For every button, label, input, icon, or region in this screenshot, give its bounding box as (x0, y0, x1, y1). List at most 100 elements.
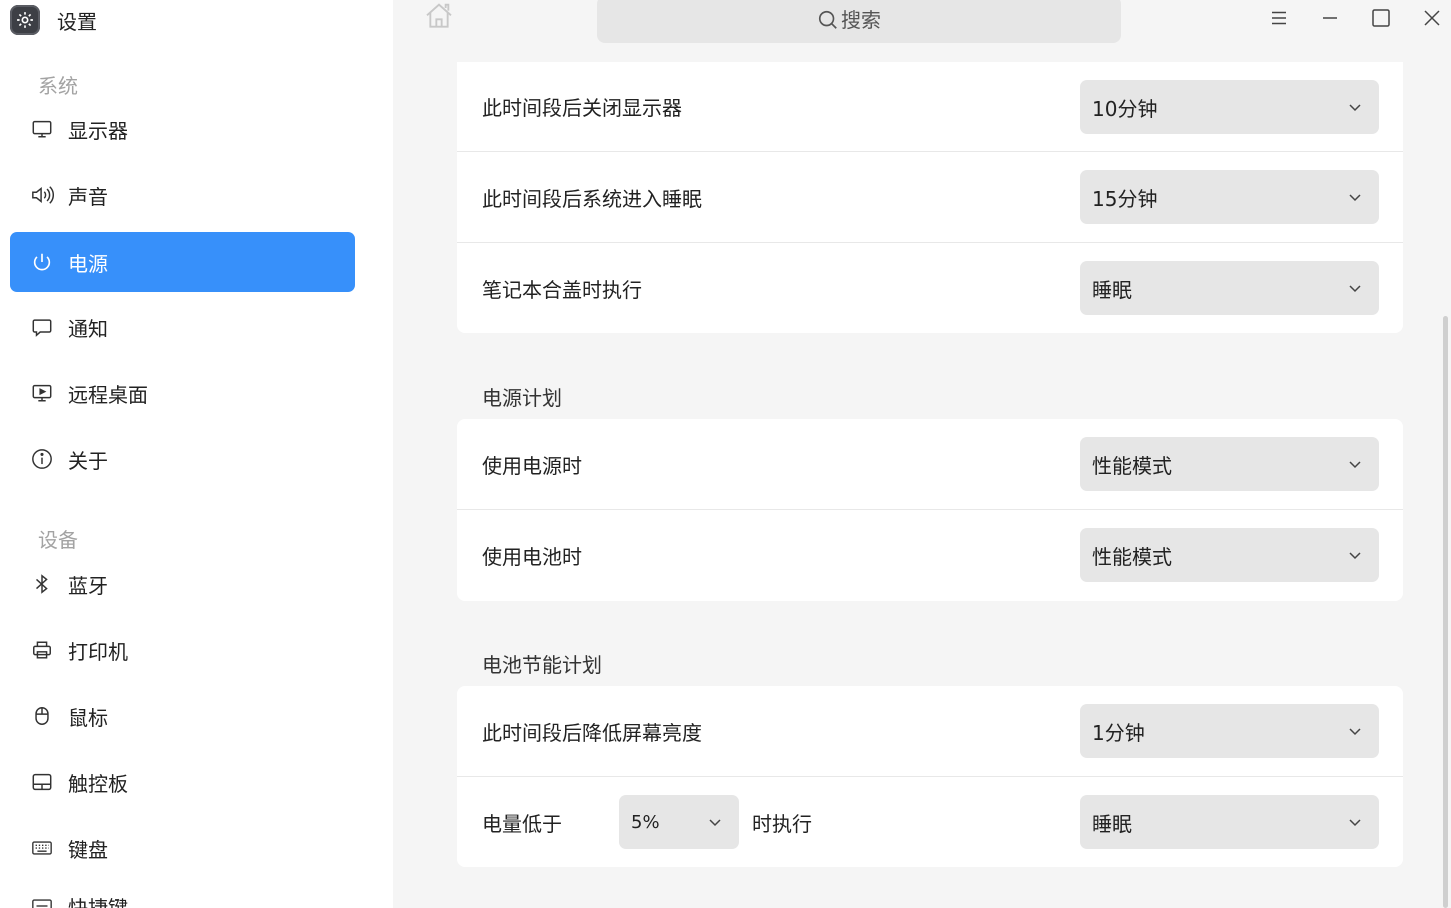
select-value: 睡眠 (1092, 811, 1132, 836)
search-icon (817, 9, 839, 31)
low-battery-action-select[interactable]: 睡眠 (1080, 795, 1379, 849)
sidebar-item-sound[interactable]: 声音 (10, 165, 355, 225)
power-icon (30, 250, 54, 274)
power-plan-card: 使用电源时 性能模式 使用电池时 性能模式 (457, 419, 1403, 601)
section-title-power-plan: 电源计划 (482, 386, 562, 410)
close-button[interactable] (1418, 4, 1446, 32)
on-battery-plan-select[interactable]: 性能模式 (1080, 528, 1379, 582)
minimize-button[interactable] (1316, 4, 1344, 32)
keyboard-icon (30, 836, 54, 860)
row-label: 电量低于 (482, 812, 562, 836)
select-value: 性能模式 (1092, 544, 1172, 569)
sidebar-item-mouse[interactable]: 鼠标 (10, 686, 355, 746)
sleep-select[interactable]: 15分钟 (1080, 170, 1379, 224)
sidebar-item-label: 远程桌面 (68, 382, 148, 407)
sidebar-item-about[interactable]: 关于 (10, 429, 355, 489)
settings-row-dim-screen: 此时间段后降低屏幕亮度 1分钟 (457, 686, 1403, 777)
menu-button[interactable] (1265, 4, 1293, 32)
row-label: 使用电源时 (482, 453, 582, 478)
sidebar-item-label: 打印机 (68, 639, 128, 664)
sidebar-item-label: 电源 (68, 251, 108, 276)
sidebar-item-label: 蓝牙 (68, 573, 108, 598)
low-battery-threshold-select[interactable]: 5% (619, 795, 739, 849)
search-input[interactable] (841, 7, 901, 32)
sidebar-item-display[interactable]: 显示器 (10, 99, 355, 159)
sidebar-item-label: 触控板 (68, 771, 128, 796)
chevron-down-icon (1349, 552, 1361, 560)
speaker-icon (30, 183, 54, 207)
chevron-down-icon (1349, 819, 1361, 827)
settings-row-on-battery: 使用电池时 性能模式 (457, 510, 1403, 601)
sidebar-item-label: 关于 (68, 448, 108, 473)
select-value: 5% (631, 811, 660, 833)
general-settings-card: 此时间段后关闭显示器 10分钟 此时间段后系统进入睡眠 15分钟 笔记本合盖时执… (457, 62, 1403, 333)
sidebar-item-notification[interactable]: 通知 (10, 297, 355, 357)
monitor-icon (30, 117, 54, 141)
hamburger-menu-icon (1272, 11, 1286, 25)
sidebar-item-label: 快捷键 (68, 895, 128, 908)
mouse-icon (30, 704, 54, 728)
remote-desktop-icon (30, 381, 54, 405)
dim-screen-select[interactable]: 1分钟 (1080, 704, 1379, 758)
select-value: 性能模式 (1092, 453, 1172, 478)
lid-close-select[interactable]: 睡眠 (1080, 261, 1379, 315)
sidebar-item-label: 通知 (68, 316, 108, 341)
sidebar-item-shortcut[interactable]: 快捷键 (10, 876, 355, 908)
settings-row-display-off: 此时间段后关闭显示器 10分钟 (457, 62, 1403, 152)
sidebar-item-bluetooth[interactable]: 蓝牙 (10, 554, 355, 614)
row-suffix: 时执行 (752, 812, 812, 836)
group-label-system: 系统 (38, 74, 78, 98)
minimize-icon (1323, 17, 1337, 19)
shortcut-icon (30, 894, 54, 908)
settings-row-lid-close: 笔记本合盖时执行 睡眠 (457, 243, 1403, 333)
scrollbar[interactable] (1443, 316, 1448, 908)
sidebar-item-label: 鼠标 (68, 705, 108, 730)
row-label: 使用电池时 (482, 545, 582, 569)
group-label-devices: 设备 (38, 528, 78, 552)
chevron-down-icon (1349, 728, 1361, 736)
settings-row-sleep: 此时间段后系统进入睡眠 15分钟 (457, 152, 1403, 243)
chevron-down-icon (1349, 104, 1361, 112)
gear-icon (10, 5, 40, 35)
app-header: 设置 (10, 5, 97, 35)
row-label: 此时间段后降低屏幕亮度 (482, 720, 702, 745)
sidebar-item-remote-desktop[interactable]: 远程桌面 (10, 363, 355, 423)
printer-icon (30, 638, 54, 662)
chevron-down-icon (1349, 194, 1361, 202)
maximize-button[interactable] (1367, 4, 1395, 32)
sidebar: 设置 系统 显示器 声音 电源 通知 远程桌面 关于 设备 蓝牙 打印机 鼠标 … (0, 0, 393, 908)
sidebar-item-touchpad[interactable]: 触控板 (10, 752, 355, 812)
bluetooth-icon (30, 572, 54, 596)
home-icon (426, 3, 452, 28)
battery-saving-card: 此时间段后降低屏幕亮度 1分钟 电量低于 5% 时执行 睡眠 (457, 686, 1403, 867)
settings-row-on-ac: 使用电源时 性能模式 (457, 419, 1403, 510)
on-ac-plan-select[interactable]: 性能模式 (1080, 437, 1379, 491)
touchpad-icon (30, 770, 54, 794)
maximize-icon (1372, 9, 1390, 27)
display-off-select[interactable]: 10分钟 (1080, 80, 1379, 134)
select-value: 睡眠 (1092, 277, 1132, 302)
sidebar-item-label: 显示器 (68, 118, 128, 143)
chevron-down-icon (1349, 285, 1361, 293)
chat-bubble-icon (30, 315, 54, 339)
select-value: 10分钟 (1092, 96, 1158, 121)
settings-row-low-battery: 电量低于 5% 时执行 睡眠 (457, 777, 1403, 867)
app-title: 设置 (57, 9, 97, 34)
select-value: 1分钟 (1092, 720, 1145, 745)
sidebar-item-power[interactable]: 电源 (10, 232, 355, 292)
section-title-battery-saving: 电池节能计划 (482, 653, 602, 677)
sidebar-item-printer[interactable]: 打印机 (10, 620, 355, 680)
row-label: 此时间段后关闭显示器 (482, 96, 682, 120)
select-value: 15分钟 (1092, 186, 1158, 211)
chevron-down-icon (1349, 461, 1361, 469)
info-icon (30, 447, 54, 471)
home-button[interactable] (422, 0, 456, 34)
row-label: 此时间段后系统进入睡眠 (482, 186, 702, 211)
search-box[interactable] (597, 0, 1121, 43)
sidebar-item-label: 键盘 (68, 837, 108, 862)
sidebar-item-keyboard[interactable]: 键盘 (10, 818, 355, 878)
row-label: 笔记本合盖时执行 (482, 278, 642, 302)
chevron-down-icon (709, 819, 721, 827)
sidebar-item-label: 声音 (68, 184, 108, 209)
close-icon (1424, 10, 1440, 26)
